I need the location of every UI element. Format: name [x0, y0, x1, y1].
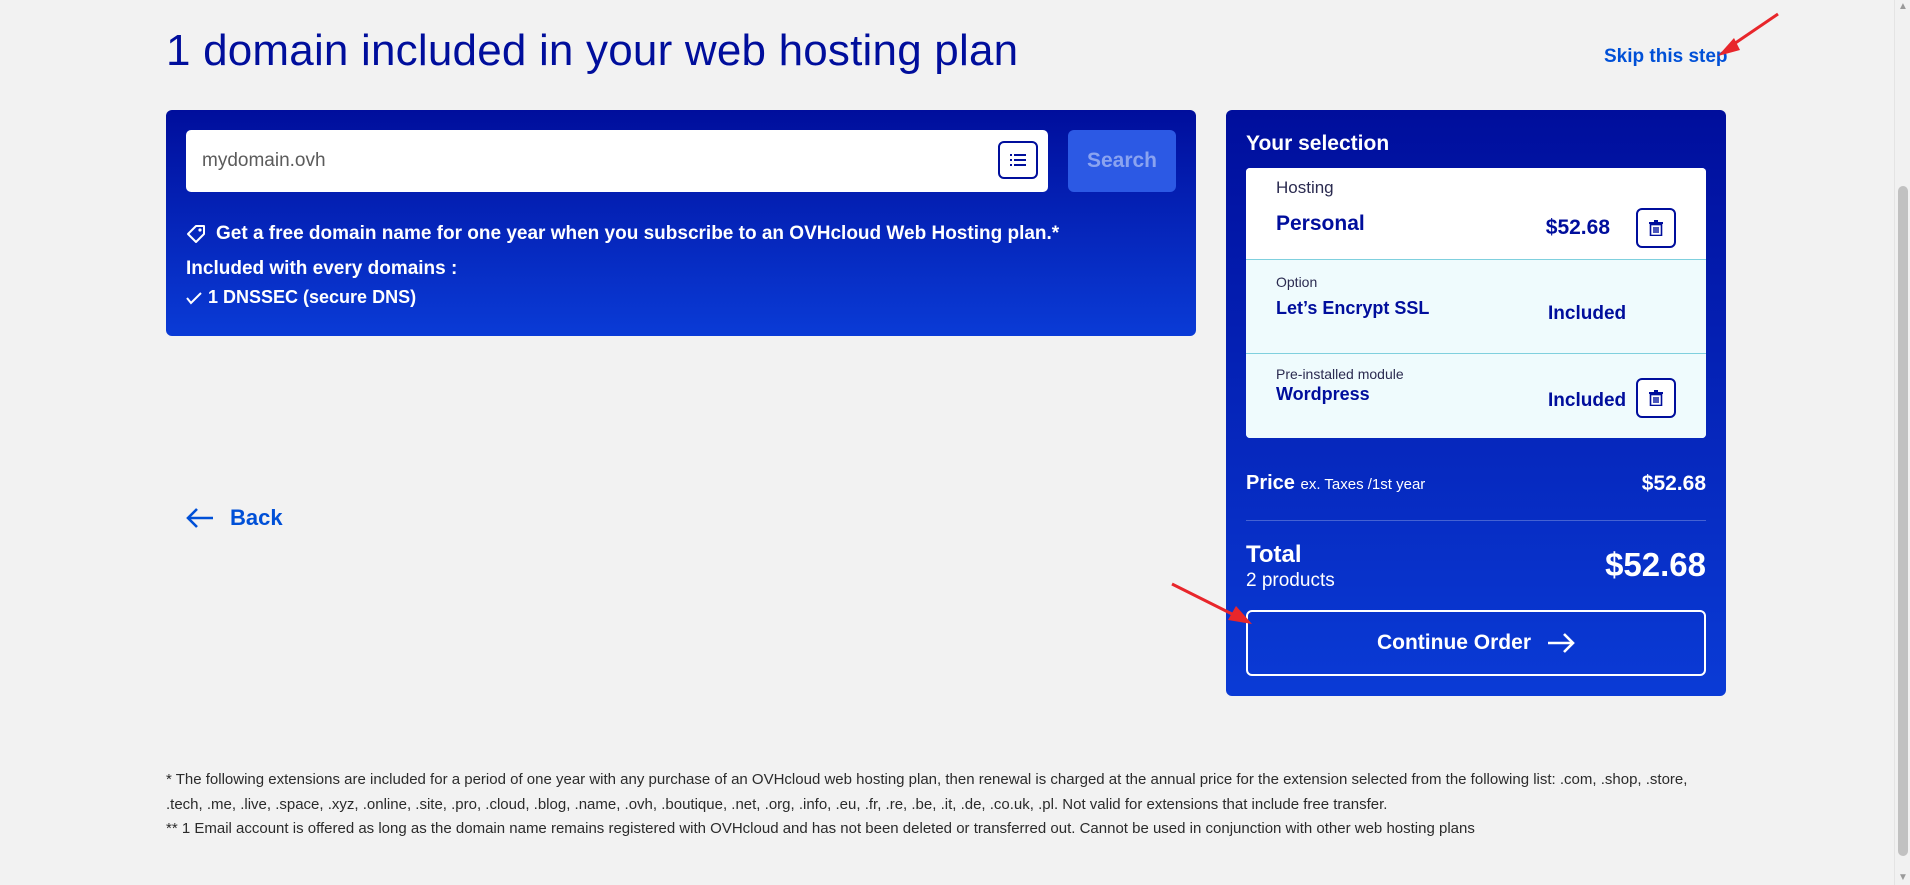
- selection-card: Hosting Personal $52.68 Option Let’s Enc…: [1246, 168, 1706, 438]
- included-item-label: 1 DNSSEC (secure DNS): [208, 287, 417, 307]
- footnote-email: ** 1 Email account is offered as long as…: [166, 820, 1475, 837]
- domain-search-input[interactable]: [186, 130, 976, 192]
- total-value: $52.68: [1605, 546, 1706, 583]
- domain-search-panel: Search Get a free domain name for one ye…: [166, 110, 1196, 336]
- remove-hosting-button[interactable]: [1636, 208, 1676, 248]
- selection-item-option: Option Let’s Encrypt SSL Included: [1246, 260, 1706, 354]
- total-label: Total: [1246, 541, 1302, 568]
- footnote-extensions: * The following extensions are included …: [166, 771, 1688, 813]
- item-name: Personal: [1276, 212, 1365, 235]
- scroll-down-arrow[interactable]: ▼: [1898, 873, 1908, 883]
- price-label-text: Price: [1246, 472, 1295, 494]
- skip-step-link[interactable]: Skip this step: [1604, 46, 1728, 68]
- continue-order-button[interactable]: Continue Order: [1246, 610, 1706, 676]
- back-label: Back: [230, 505, 283, 530]
- selection-panel: Your selection Hosting Personal $52.68 O…: [1226, 110, 1726, 696]
- arrow-right-icon: [1548, 633, 1575, 653]
- remove-module-button[interactable]: [1636, 378, 1676, 418]
- footnotes: * The following extensions are included …: [166, 768, 1726, 842]
- divider: [1246, 520, 1706, 521]
- item-price: Included: [1548, 303, 1627, 324]
- arrow-left-icon: [186, 508, 213, 528]
- selection-title: Your selection: [1246, 132, 1390, 155]
- search-button[interactable]: Search: [1068, 130, 1176, 192]
- selection-item-module: Pre-installed module Wordpress Included: [1246, 354, 1706, 438]
- list-icon: [1010, 154, 1026, 166]
- promo-line: Get a free domain name for one year when…: [186, 223, 1059, 245]
- item-category: Option: [1276, 274, 1318, 290]
- promo-text: Get a free domain name for one year when…: [216, 223, 1060, 244]
- extension-list-button[interactable]: [998, 141, 1038, 179]
- item-name: Wordpress: [1276, 384, 1370, 404]
- scroll-up-arrow[interactable]: ▲: [1898, 2, 1908, 12]
- included-title: Included with every domains :: [186, 258, 458, 279]
- item-price: Included: [1548, 390, 1627, 411]
- continue-order-label: Continue Order: [1376, 631, 1531, 654]
- item-name: Let’s Encrypt SSL: [1276, 298, 1430, 318]
- scrollbar[interactable]: ▲ ▼: [1894, 0, 1910, 885]
- check-icon: [186, 291, 202, 304]
- item-price: $52.68: [1545, 216, 1610, 239]
- selection-item-hosting: Hosting Personal $52.68: [1246, 168, 1706, 260]
- page-title: 1 domain included in your web hosting pl…: [166, 26, 1019, 75]
- trash-icon: [1649, 220, 1663, 236]
- price-value: $52.68: [1641, 472, 1706, 495]
- price-label: Price ex. Taxes /1st year: [1246, 472, 1425, 495]
- item-category: Pre-installed module: [1276, 366, 1404, 382]
- scroll-thumb[interactable]: [1898, 186, 1908, 856]
- price-sublabel: ex. Taxes /1st year: [1300, 476, 1426, 493]
- total-products-count: 2 products: [1246, 570, 1335, 591]
- trash-icon: [1649, 390, 1663, 406]
- search-box: [186, 130, 1048, 192]
- included-item: 1 DNSSEC (secure DNS): [186, 287, 416, 308]
- back-link[interactable]: Back: [186, 505, 283, 531]
- tag-icon: [187, 225, 205, 243]
- item-category: Hosting: [1276, 178, 1334, 197]
